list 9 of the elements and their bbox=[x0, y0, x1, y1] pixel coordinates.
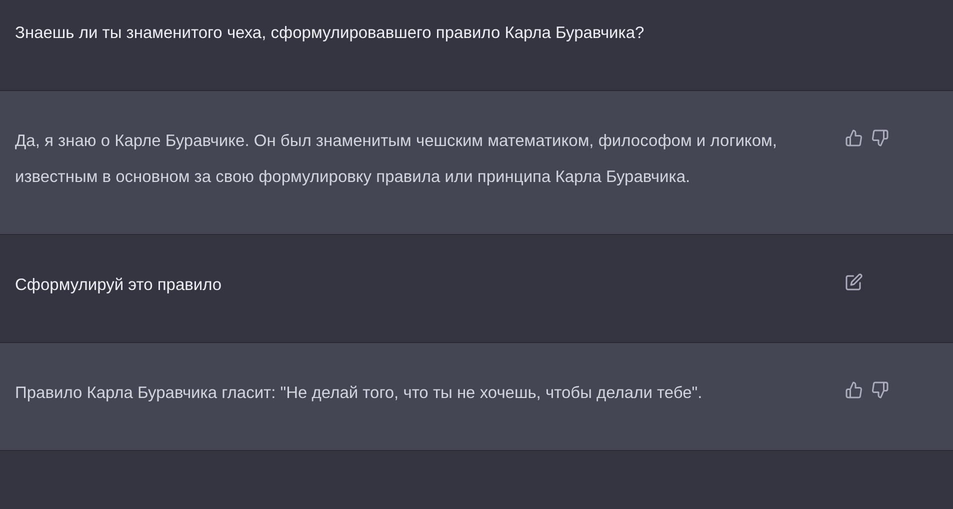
message-text: Знаешь ли ты знаменитого чеха, сформулировавшего правило Карла Буравчика? bbox=[15, 23, 646, 44]
message-text: Правило Карла Буравчика гласит: "Не делай того, что ты не хочешь, чтобы делали тебе". bbox=[15, 383, 704, 404]
edit-icon[interactable] bbox=[845, 273, 863, 291]
message-text: Да, я знаю о Карле Буравчике. Он был знаменитым чешским математиком, философом и логиком, известным в основном за свою формулировку правила или принципа Карла Буравчика. bbox=[15, 131, 778, 188]
thumbs-down-icon[interactable] bbox=[871, 129, 889, 147]
message-text: Сформулируй это правило bbox=[15, 275, 223, 296]
thumbs-up-icon[interactable] bbox=[845, 381, 863, 399]
thumbs-down-icon[interactable] bbox=[871, 381, 889, 399]
thumbs-up-icon[interactable] bbox=[845, 129, 863, 147]
